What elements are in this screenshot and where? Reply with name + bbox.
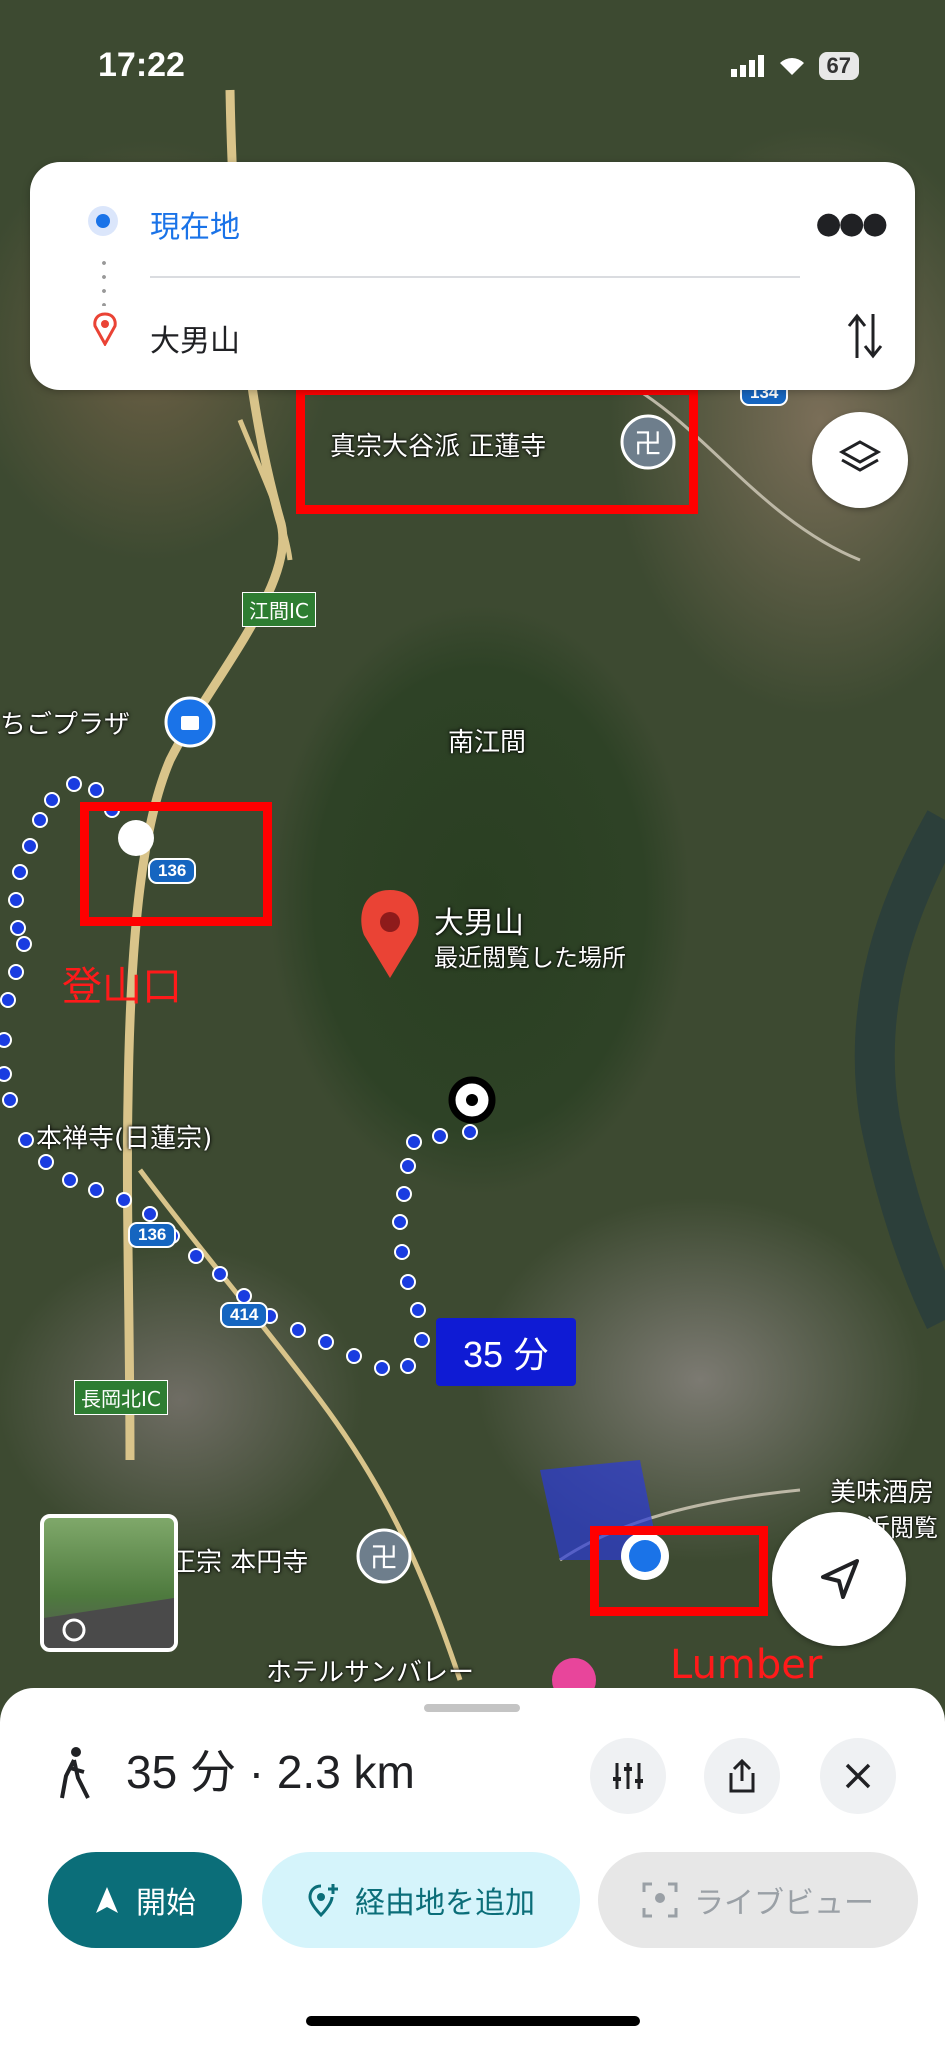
label-sake[interactable]: 美味酒房 (830, 1472, 934, 1509)
close-icon (845, 1763, 871, 1789)
origin-field[interactable]: 現在地 (150, 202, 240, 246)
svg-text:卍: 卍 (370, 1541, 398, 1574)
street-view-thumbnail[interactable] (40, 1514, 178, 1652)
annotation-box-lumber (590, 1526, 768, 1616)
swap-vert-icon (847, 313, 883, 359)
battery-indicator: 67 (818, 52, 859, 80)
road-badge-414: 414 (220, 1302, 269, 1328)
label-temple-honen[interactable]: 正宗 本円寺 (170, 1542, 308, 1579)
directions-card: 現在地 大男山 ●●● (30, 162, 915, 390)
destination-pin-icon (361, 890, 419, 978)
label-destination-name[interactable]: 大男山 (434, 898, 524, 942)
wifi-icon (779, 58, 804, 75)
home-indicator (306, 2016, 640, 2026)
road-badge-136: 136 (128, 1222, 177, 1248)
street-view-icon (44, 1598, 174, 1648)
live-view-label: ライブビュー (694, 1886, 874, 1921)
route-summary: 35 分 · 2.3 km (126, 1746, 415, 1798)
annotation-box-temple (296, 386, 698, 514)
divider (150, 276, 800, 278)
add-location-icon (308, 1884, 338, 1918)
route-time-badge[interactable]: 35 分 (436, 1318, 576, 1386)
label-ema-ic: 江間IC (242, 592, 316, 627)
add-stop-button[interactable]: 経由地を追加 (262, 1852, 580, 1948)
close-button[interactable] (820, 1738, 896, 1814)
navigation-arrow-icon (821, 1559, 859, 1599)
temple-marker-icon: 卍 (356, 1528, 412, 1584)
status-time: 17:22 (98, 46, 185, 84)
road-414 (138, 1168, 463, 1681)
origin-dot-icon (88, 206, 118, 236)
label-destination-sub: 最近閲覧した場所 (434, 944, 626, 972)
annotation-lumber-label: Lumber (670, 1642, 823, 1688)
route-options-button[interactable] (590, 1738, 666, 1814)
start-label: 開始 (136, 1886, 196, 1921)
live-view-button[interactable]: ライブビュー (598, 1852, 918, 1948)
walking-icon (60, 1747, 90, 1799)
share-icon (729, 1758, 755, 1793)
layers-button[interactable] (812, 412, 908, 508)
label-hotel[interactable]: ホテルサンバレー (266, 1652, 474, 1689)
route-dots-icon (102, 256, 106, 306)
destination-field[interactable]: 大男山 (150, 316, 240, 360)
more-horiz-icon: ●●● (815, 206, 888, 241)
more-options-button[interactable]: ●●● (815, 206, 888, 241)
add-stop-label: 経由地を追加 (355, 1886, 535, 1921)
tune-icon (613, 1763, 643, 1789)
share-button[interactable] (704, 1738, 780, 1814)
destination-pin-icon (93, 312, 117, 346)
signal-icon (730, 55, 764, 77)
status-icons: 67 (730, 52, 859, 80)
navigate-button[interactable] (772, 1512, 906, 1646)
shopping-marker-icon (164, 696, 216, 748)
start-button[interactable]: 開始 (48, 1852, 242, 1948)
label-temple-honzen[interactable]: 本禅寺(日蓮宗) (36, 1118, 212, 1155)
label-plaza[interactable]: ちごプラザ (0, 704, 130, 741)
sheet-grabber[interactable] (424, 1704, 520, 1712)
annotation-box-trailhead (80, 802, 272, 926)
layers-icon (838, 440, 882, 472)
label-minami-ema: 南江間 (448, 728, 527, 758)
swap-button[interactable] (845, 310, 885, 366)
label-nagaoka-kita-ic: 長岡北IC (74, 1380, 168, 1415)
river (854, 810, 945, 1329)
live-view-icon (642, 1882, 678, 1918)
annotation-trailhead-label: 登山口 (62, 964, 182, 1010)
navigation-icon (96, 1887, 118, 1913)
bottom-sheet: 35 分 · 2.3 km 開始 経由地を追加 ライブビュー (0, 1688, 945, 2048)
